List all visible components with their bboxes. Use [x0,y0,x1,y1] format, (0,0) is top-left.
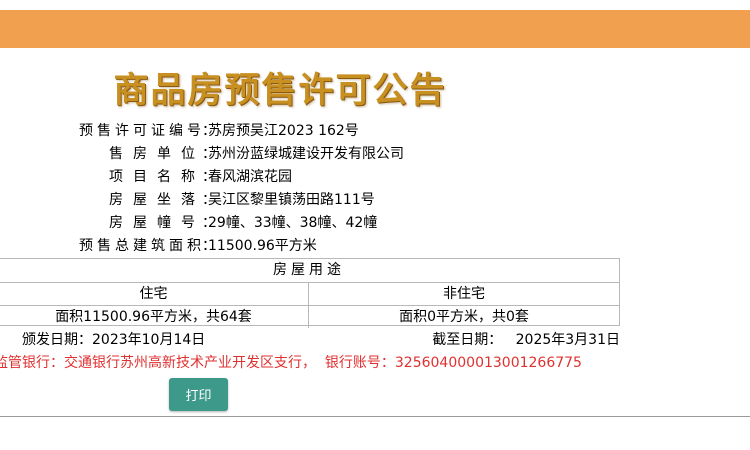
info-row-total-area: 预售总建筑面积 ： 11500.96平方米 [0,235,620,258]
info-label: 预售许可证编号 [79,123,205,139]
info-row-license-number: 预售许可证编号 ： 苏房预吴江2023 162号 [0,120,620,143]
info-label: 预售总建筑面积 [79,238,205,254]
print-button[interactable]: 打印 [169,378,228,411]
info-value: 苏房预吴江2023 162号 [208,123,359,139]
usage-table-header-row: 住宅 非住宅 [0,283,619,306]
info-row-buildings: 房屋幢号 ： 29幢、33幢、38幢、42幢 [0,212,620,235]
info-row-seller: 售房单位 ： 苏州汾蓝绿城建设开发有限公司 [0,143,620,166]
due-date: 截至日期： 2025年3月31日 [432,332,620,348]
info-row-project-name: 项目名称 ： 春风湖滨花园 [0,166,620,189]
usage-value-non-residential: 面积0平方米，共0套 [399,309,529,325]
usage-table: 房屋用途 住宅 非住宅 面积11500.96平方米，共64套 面积0平方米，共0… [0,258,620,328]
bottom-divider [0,416,750,417]
usage-table-value-row: 面积11500.96平方米，共64套 面积0平方米，共0套 [0,306,619,328]
usage-table-title: 房屋用途 [0,259,619,283]
info-label: 售房单位 [109,146,205,162]
info-label: 项目名称 [109,169,205,185]
page-title: 商品房预售许可公告 [113,70,447,111]
usage-value-residential: 面积11500.96平方米，共64套 [0,306,309,328]
issue-date: 颁发日期：2023年10月14日 [22,332,206,348]
date-row: 颁发日期：2023年10月14日 截至日期： 2025年3月31日 [0,330,620,350]
info-value: 春风湖滨花园 [208,169,292,185]
usage-header-residential: 住宅 [0,283,309,305]
info-value: 29幢、33幢、38幢、42幢 [208,215,378,231]
info-value: 11500.96平方米 [208,238,317,254]
info-row-location: 房屋坐落 ： 吴江区黎里镇荡田路111号 [0,189,620,212]
info-value: 吴江区黎里镇荡田路111号 [208,192,375,208]
info-label: 房屋坐落 [109,192,205,208]
license-info: 预售许可证编号 ： 苏房预吴江2023 162号 售房单位 ： 苏州汾蓝绿城建设… [0,120,620,258]
usage-header-non-residential: 非住宅 [443,286,485,302]
header-bar [0,10,750,48]
info-label: 房屋幢号 [109,215,205,231]
info-value: 苏州汾蓝绿城建设开发有限公司 [208,146,404,162]
supervising-bank-info: 监管银行：交通银行苏州高新技术产业开发区支行， 银行账号：32560400001… [0,355,582,371]
